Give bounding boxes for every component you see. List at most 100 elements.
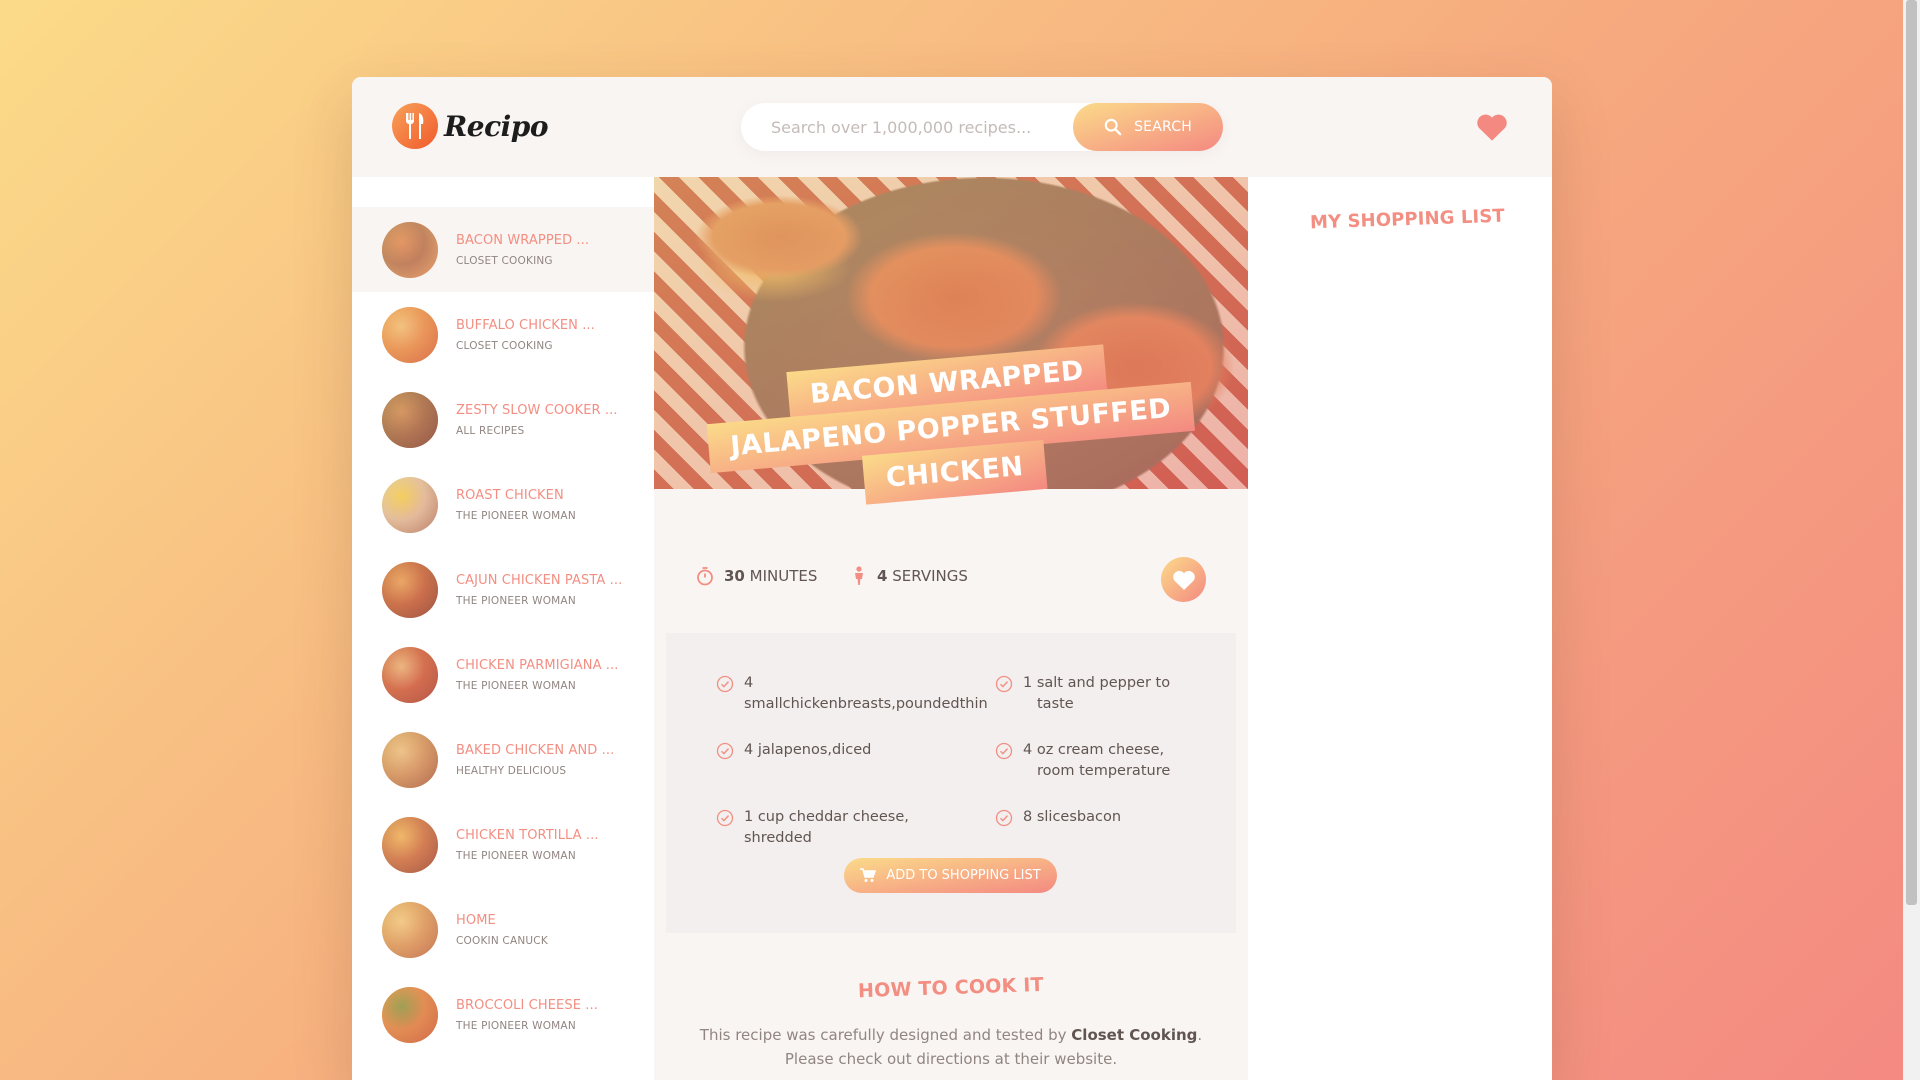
ingredient-line: 4 jalapenos,diced bbox=[744, 742, 872, 758]
page-scrollbar[interactable] bbox=[1903, 0, 1920, 1080]
result-item[interactable]: ZESTY SLOW COOKER ... ALL RECIPES bbox=[352, 377, 654, 462]
result-publisher: CLOSET COOKING bbox=[456, 254, 553, 267]
shopping-list: MY SHOPPING LIST bbox=[1248, 177, 1552, 1080]
ingredient-line: 1 cup cheddar cheese, shredded bbox=[744, 809, 909, 846]
result-item[interactable]: CAJUN CHICKEN PASTA ... THE PIONEER WOMAN bbox=[352, 547, 654, 632]
search-input[interactable] bbox=[741, 103, 1071, 151]
check-circle-icon bbox=[995, 809, 1013, 827]
result-item[interactable]: ROAST CHICKEN THE PIONEER WOMAN bbox=[352, 462, 654, 547]
result-thumbnail bbox=[382, 561, 438, 618]
ingredient-line: taste bbox=[1037, 696, 1074, 712]
check-circle-icon bbox=[716, 809, 734, 827]
recipe-time: 30 MINUTES bbox=[696, 566, 817, 586]
result-title: BAKED CHICKEN AND ... bbox=[456, 742, 615, 758]
result-thumbnail bbox=[382, 816, 438, 873]
minutes-value: 30 bbox=[724, 567, 745, 585]
bookmark-button[interactable] bbox=[1161, 557, 1206, 602]
result-publisher: HEALTHY DELICIOUS bbox=[456, 764, 567, 777]
add-to-shopping-list-button[interactable]: ADD TO SHOPPING LIST bbox=[844, 858, 1057, 893]
app-container: Recipo SEARCH BACON WRAPPED ... CLOSET CO… bbox=[352, 77, 1552, 1080]
result-title: BUFFALO CHICKEN ... bbox=[456, 317, 595, 333]
result-publisher: ALL RECIPES bbox=[456, 424, 525, 437]
shopping-list-heading: MY SHOPPING LIST bbox=[1309, 205, 1506, 234]
results-list: BACON WRAPPED ... CLOSET COOKING BUFFALO C… bbox=[352, 177, 654, 1080]
result-item[interactable]: HOME COOKIN CANUCK bbox=[352, 887, 654, 972]
result-thumbnail bbox=[382, 986, 438, 1043]
result-publisher: THE PIONEER WOMAN bbox=[456, 679, 576, 692]
search-icon bbox=[1104, 118, 1122, 136]
result-publisher: THE PIONEER WOMAN bbox=[456, 1019, 576, 1032]
check-circle-icon bbox=[716, 742, 734, 760]
directions-text-part: This recipe was carefully designed and t… bbox=[699, 1026, 1072, 1044]
ingredient-text: 8 slicesbacon bbox=[1023, 807, 1121, 828]
result-text: HOME COOKIN CANUCK bbox=[456, 913, 548, 947]
minutes-label: MINUTES bbox=[749, 567, 818, 585]
search-button-label: SEARCH bbox=[1134, 119, 1192, 135]
person-icon bbox=[855, 566, 863, 585]
ingredient-item: 1 cup cheddar cheese, shredded bbox=[716, 807, 966, 849]
check-circle-icon bbox=[995, 742, 1013, 760]
ingredient-item: 4 smallchickenbreasts,poundedthin bbox=[716, 673, 988, 715]
logo-text: Recipo bbox=[444, 109, 549, 143]
result-item[interactable]: BAKED CHICKEN AND ... HEALTHY DELICIOUS bbox=[352, 717, 654, 802]
ingredient-line: 1 salt and pepper to bbox=[1023, 675, 1171, 691]
heart-icon bbox=[1477, 114, 1507, 141]
ingredient-line: 4 oz cream cheese, bbox=[1023, 742, 1165, 758]
result-thumbnail bbox=[382, 391, 438, 448]
ingredient-line: 8 slicesbacon bbox=[1023, 809, 1122, 825]
cart-icon bbox=[860, 868, 877, 882]
result-title: BROCCOLI CHEESE ... bbox=[456, 997, 598, 1013]
result-publisher: THE PIONEER WOMAN bbox=[456, 509, 576, 522]
result-publisher: THE PIONEER WOMAN bbox=[456, 849, 576, 862]
ingredient-text: 4 jalapenos,diced bbox=[744, 740, 871, 761]
directions-section: HOW TO COOK IT This recipe was carefully… bbox=[666, 933, 1236, 1080]
result-title: ROAST CHICKEN bbox=[456, 487, 564, 503]
directions-text: This recipe was carefully designed and t… bbox=[666, 1023, 1236, 1071]
search-button[interactable]: SEARCH bbox=[1073, 103, 1223, 151]
scrollbar-thumb[interactable] bbox=[1906, 0, 1917, 905]
logo[interactable]: Recipo bbox=[392, 103, 549, 149]
result-text: BACON WRAPPED ... CLOSET COOKING bbox=[456, 233, 589, 267]
recipe-view: BACON WRAPPED JALAPENO POPPER STUFFED CH… bbox=[654, 177, 1248, 1080]
heart-icon bbox=[1172, 570, 1195, 590]
ingredient-text: 4 oz cream cheese, room temperature bbox=[1023, 740, 1170, 782]
result-text: ROAST CHICKEN THE PIONEER WOMAN bbox=[456, 488, 576, 522]
fork-knife-icon bbox=[392, 103, 438, 149]
directions-text-part: Please check out directions at their web… bbox=[784, 1050, 1118, 1068]
result-title: CAJUN CHICKEN PASTA ... bbox=[456, 572, 623, 588]
servings-label: SERVINGS bbox=[892, 567, 968, 585]
result-thumbnail bbox=[382, 221, 438, 278]
directions-heading: HOW TO COOK IT bbox=[857, 973, 1045, 1003]
result-item[interactable]: BROCCOLI CHEESE ... THE PIONEER WOMAN bbox=[352, 972, 654, 1057]
likes-button[interactable] bbox=[1474, 111, 1510, 143]
ingredient-item: 8 slicesbacon bbox=[995, 807, 1245, 828]
result-text: BUFFALO CHICKEN ... CLOSET COOKING bbox=[456, 318, 595, 352]
recipe-servings: 4 SERVINGS bbox=[851, 566, 968, 586]
result-text: CHICKEN PARMIGIANA ... THE PIONEER WOMAN bbox=[456, 658, 619, 692]
result-thumbnail bbox=[382, 306, 438, 363]
add-to-shopping-list-label: ADD TO SHOPPING LIST bbox=[886, 868, 1041, 883]
ingredient-item: 1 salt and pepper to taste bbox=[995, 673, 1245, 715]
ingredient-line: 4 smallchickenbreasts,poundedthin bbox=[744, 675, 988, 712]
result-text: CHICKEN TORTILLA ... THE PIONEER WOMAN bbox=[456, 828, 599, 862]
check-circle-icon bbox=[716, 675, 734, 693]
result-item[interactable]: BACON WRAPPED ... CLOSET COOKING bbox=[352, 207, 654, 292]
ingredient-item: 4 oz cream cheese, room temperature bbox=[995, 740, 1245, 782]
header: Recipo SEARCH bbox=[352, 77, 1552, 177]
ingredient-text: 4 smallchickenbreasts,poundedthin bbox=[744, 673, 988, 715]
ingredient-item: 4 jalapenos,diced bbox=[716, 740, 966, 761]
result-item[interactable]: BUFFALO CHICKEN ... CLOSET COOKING bbox=[352, 292, 654, 377]
check-circle-icon bbox=[995, 675, 1013, 693]
directions-publisher: Closet Cooking bbox=[1071, 1026, 1198, 1044]
ingredients-section: 4 smallchickenbreasts,poundedthin 1 salt… bbox=[666, 633, 1236, 933]
result-item[interactable]: CHICKEN TORTILLA ... THE PIONEER WOMAN bbox=[352, 802, 654, 887]
result-thumbnail bbox=[382, 901, 438, 958]
result-item[interactable]: CHICKEN PARMIGIANA ... THE PIONEER WOMAN bbox=[352, 632, 654, 717]
result-thumbnail bbox=[382, 476, 438, 533]
result-title: BACON WRAPPED ... bbox=[456, 232, 590, 248]
result-title: ZESTY SLOW COOKER ... bbox=[456, 402, 618, 418]
result-publisher: CLOSET COOKING bbox=[456, 339, 553, 352]
result-title: CHICKEN TORTILLA ... bbox=[456, 827, 599, 843]
result-title: HOME bbox=[456, 912, 496, 928]
directions-text-part: . bbox=[1197, 1026, 1203, 1044]
